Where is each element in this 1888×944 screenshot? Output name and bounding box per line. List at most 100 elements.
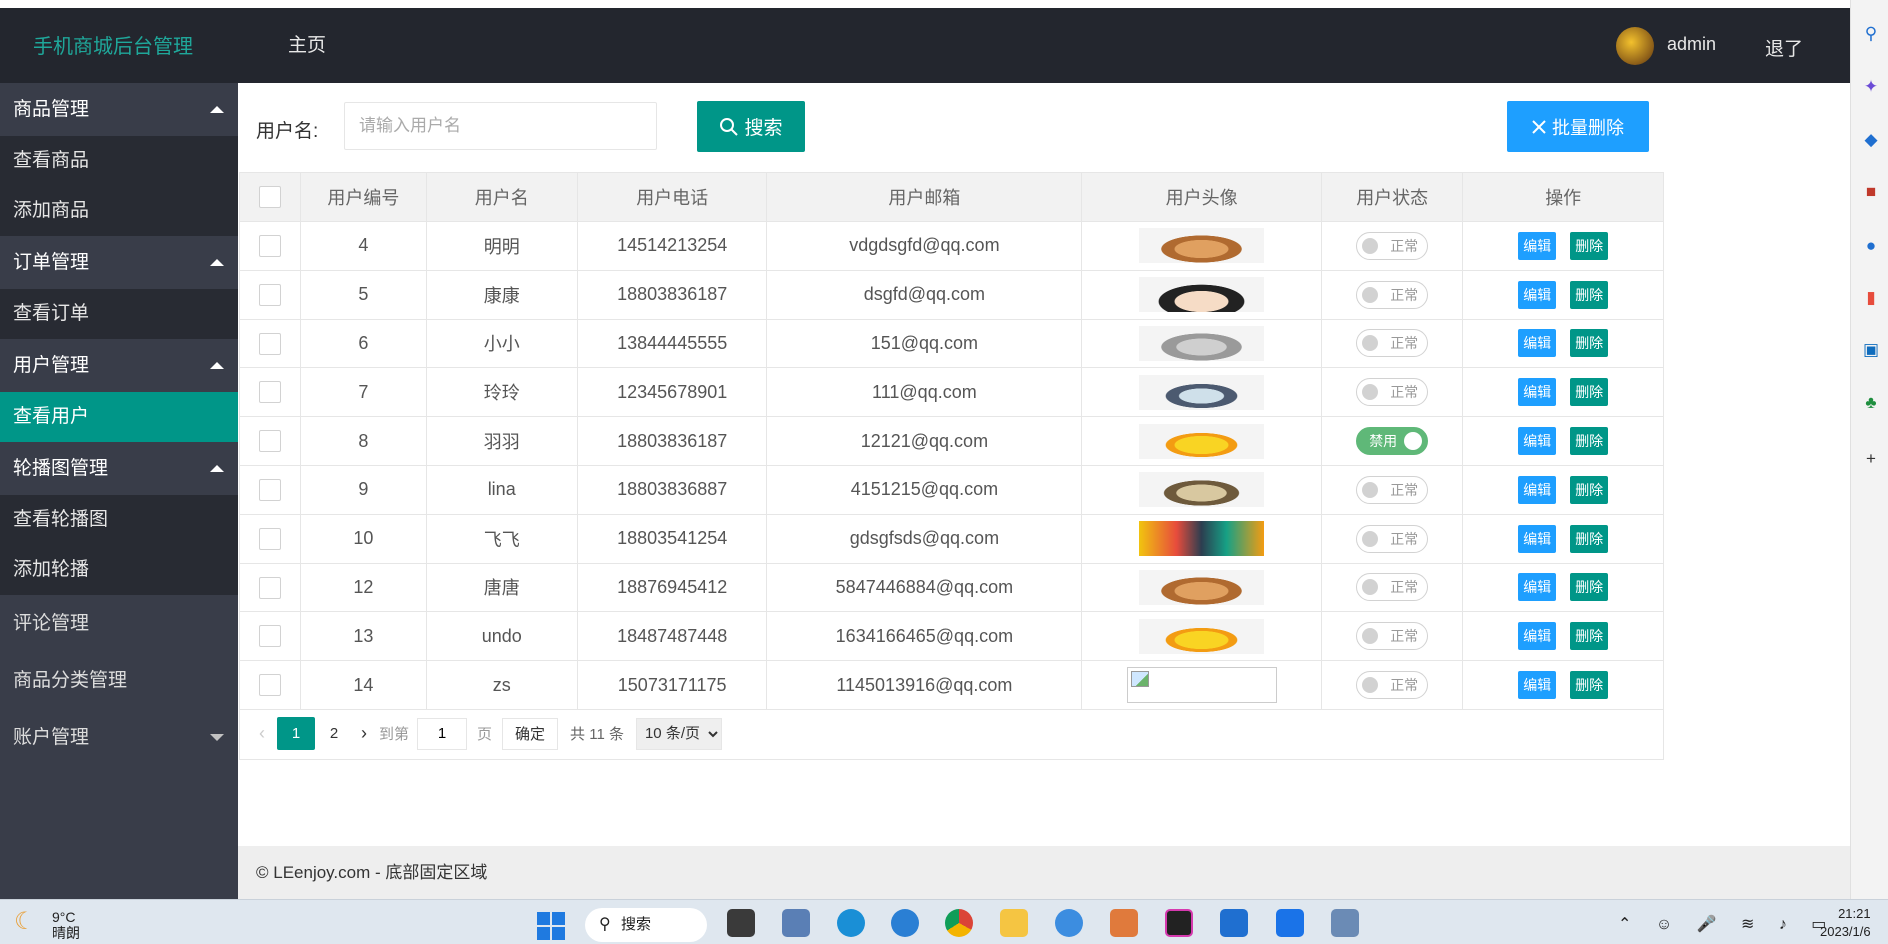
delete-button[interactable]: 删除 [1570, 427, 1609, 456]
status-toggle[interactable]: 正常 [1356, 231, 1429, 260]
edit-button[interactable]: 编辑 [1518, 475, 1557, 504]
row-checkbox[interactable] [259, 479, 282, 501]
edit-button[interactable]: 编辑 [1518, 524, 1557, 553]
delete-button[interactable]: 删除 [1570, 231, 1609, 260]
row-checkbox[interactable] [259, 576, 282, 599]
delete-button[interactable]: 删除 [1570, 280, 1609, 309]
weather-icon[interactable]: ☾ [14, 907, 44, 937]
edit-button[interactable]: 编辑 [1518, 280, 1557, 309]
sidebar-item-comments[interactable]: 评论管理 [0, 595, 238, 652]
logout-link[interactable]: 退了 [1765, 34, 1803, 61]
weather-widget[interactable]: 9°C 晴朗 [52, 909, 80, 941]
sidebar-group-label: 商品管理 [13, 99, 90, 120]
start-icon[interactable] [537, 912, 565, 940]
task-view-icon[interactable] [727, 909, 755, 937]
edit-button[interactable]: 编辑 [1518, 622, 1557, 651]
status-toggle[interactable]: 正常 [1356, 475, 1429, 504]
sidebar-group-accounts[interactable]: 账户管理 [0, 709, 238, 766]
sidebar-item-add-product[interactable]: 添加商品 [0, 186, 238, 236]
sidebar-group-orders[interactable]: 订单管理 [0, 236, 238, 289]
status-toggle[interactable]: 禁用 [1356, 427, 1429, 456]
folder-icon[interactable] [1000, 909, 1028, 937]
page-button[interactable]: 2 [315, 725, 353, 742]
user-name[interactable]: admin [1667, 34, 1716, 55]
add-icon[interactable]: + [1861, 449, 1881, 469]
user-avatar[interactable] [1616, 27, 1654, 65]
status-toggle[interactable]: 正常 [1356, 671, 1429, 700]
sidebar-item-view-orders[interactable]: 查看订单 [0, 289, 238, 339]
status-toggle[interactable]: 正常 [1356, 378, 1429, 407]
delete-button[interactable]: 删除 [1570, 378, 1609, 407]
sidebar-item-view-carousel[interactable]: 查看轮播图 [0, 495, 238, 545]
system-tray[interactable]: ⌃ ☺ 🎤 ≋ ♪ ▭ [1618, 914, 1836, 934]
cell-status: 正常 [1320, 562, 1464, 613]
page-button-current[interactable]: 1 [277, 717, 315, 750]
delete-button[interactable]: 删除 [1570, 573, 1609, 602]
sparkle-icon[interactable]: ✦ [1861, 77, 1881, 97]
select-all-checkbox[interactable] [259, 186, 282, 209]
table-row: 5 康康 18803836187 dsgfd@qq.com 正常 编辑 删除 [238, 269, 1664, 320]
edit-button[interactable]: 编辑 [1518, 231, 1557, 260]
row-checkbox[interactable] [259, 674, 282, 697]
goto-confirm-button[interactable]: 确定 [502, 717, 559, 750]
chrome-icon[interactable] [945, 909, 973, 937]
sidebar-item-view-products[interactable]: 查看商品 [0, 136, 238, 186]
toolbox-icon[interactable]: ■ [1861, 182, 1881, 202]
tag-icon[interactable]: ◆ [1861, 130, 1881, 150]
row-checkbox[interactable] [259, 430, 282, 453]
edit-button[interactable]: 编辑 [1518, 378, 1557, 407]
nav-home-link[interactable]: 主页 [288, 30, 326, 57]
status-toggle[interactable]: 正常 [1356, 524, 1429, 553]
search-icon[interactable]: ⚲ [1861, 24, 1881, 44]
edge-icon[interactable] [837, 909, 865, 937]
intellij-icon[interactable] [1165, 909, 1193, 937]
delete-button[interactable]: 删除 [1570, 671, 1609, 700]
page-size-select[interactable]: 10 条/页 [635, 717, 722, 750]
app-icon[interactable] [1055, 909, 1083, 937]
people-icon[interactable]: ● [1861, 236, 1881, 256]
username-search-input[interactable] [344, 102, 657, 150]
next-page-icon[interactable]: › [361, 723, 367, 744]
delete-button[interactable]: 删除 [1570, 475, 1609, 504]
tree-icon[interactable]: ♣ [1861, 393, 1881, 413]
phone-link-icon[interactable] [1276, 909, 1304, 937]
status-toggle[interactable]: 正常 [1356, 573, 1429, 602]
search-button[interactable]: 搜索 [697, 101, 805, 152]
ie-icon[interactable] [891, 909, 919, 937]
batch-delete-button[interactable]: 批量删除 [1507, 101, 1649, 152]
app-icon[interactable] [1110, 909, 1138, 937]
sidebar-item-view-users[interactable]: 查看用户 [0, 392, 238, 442]
sidebar-group-carousel[interactable]: 轮播图管理 [0, 442, 238, 495]
office-icon[interactable]: ▮ [1861, 288, 1881, 308]
status-toggle[interactable]: 正常 [1356, 622, 1429, 651]
edit-button[interactable]: 编辑 [1518, 329, 1557, 358]
taskbar-search[interactable]: ⚲ 搜索 [585, 908, 707, 942]
edit-button[interactable]: 编辑 [1518, 427, 1557, 456]
delete-button[interactable]: 删除 [1570, 524, 1609, 553]
goto-page-input[interactable] [417, 717, 468, 750]
sidebar-group-products[interactable]: 商品管理 [0, 83, 238, 136]
row-checkbox[interactable] [259, 235, 282, 258]
app-icon[interactable] [1331, 909, 1359, 937]
sidebar-item-categories[interactable]: 商品分类管理 [0, 652, 238, 709]
row-checkbox[interactable] [259, 527, 282, 550]
app-logo[interactable]: 手机商城后台管理 [33, 30, 193, 59]
status-toggle[interactable]: 正常 [1356, 280, 1429, 309]
clock[interactable]: 21:21 2023/1/6 [1820, 905, 1871, 941]
notepad-icon[interactable] [1220, 909, 1248, 937]
edit-button[interactable]: 编辑 [1518, 573, 1557, 602]
row-checkbox[interactable] [259, 381, 282, 404]
sidebar-item-add-carousel[interactable]: 添加轮播 [0, 545, 238, 595]
delete-button[interactable]: 删除 [1570, 622, 1609, 651]
delete-button[interactable]: 删除 [1570, 329, 1609, 358]
row-checkbox[interactable] [259, 283, 282, 306]
status-toggle[interactable]: 正常 [1356, 329, 1429, 358]
row-checkbox[interactable] [259, 332, 282, 355]
row-checkbox[interactable] [259, 625, 282, 648]
edit-button[interactable]: 编辑 [1518, 671, 1557, 700]
sidebar-group-label: 用户管理 [13, 355, 90, 376]
app-icon[interactable] [782, 909, 810, 937]
sidebar-group-users[interactable]: 用户管理 [0, 339, 238, 392]
outlook-icon[interactable]: ▣ [1861, 340, 1881, 360]
prev-page-icon[interactable]: ‹ [259, 723, 265, 744]
